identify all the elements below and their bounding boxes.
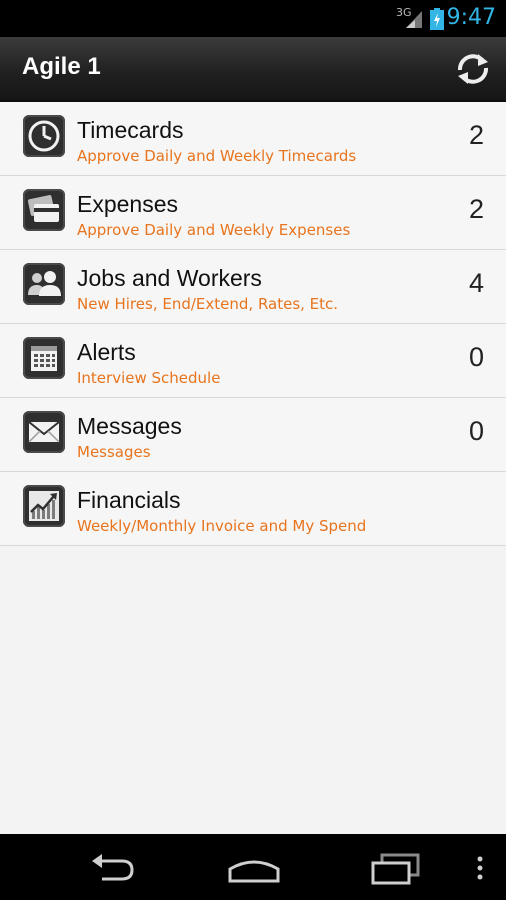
menu-item-subtitle: New Hires, End/Extend, Rates, Etc. (77, 295, 339, 313)
menu-item-count: 0 (468, 342, 484, 372)
status-bar: 3G 9:47 (0, 0, 506, 37)
back-icon[interactable] (88, 851, 138, 885)
menu-item-label: Messages (77, 413, 182, 439)
clock-icon (23, 115, 65, 157)
menu-item-subtitle: Messages (77, 443, 151, 461)
people-icon (23, 263, 65, 305)
menu-item-count: 4 (468, 268, 484, 298)
calendar-icon (23, 337, 65, 379)
menu-item-messages[interactable]: Messages Messages 0 (0, 398, 506, 472)
menu-item-count: 0 (468, 416, 484, 446)
menu-item-subtitle: Interview Schedule (77, 369, 221, 387)
menu-item-subtitle: Weekly/Monthly Invoice and My Spend (77, 517, 367, 535)
menu-item-label: Expenses (77, 191, 179, 217)
menu-item-label: Alerts (77, 339, 136, 365)
menu-item-count: 2 (468, 194, 484, 224)
chart-icon (23, 485, 65, 527)
menu-item-subtitle: Approve Daily and Weekly Expenses (77, 221, 351, 239)
refresh-icon[interactable] (454, 50, 492, 88)
menu-list: Timecards Approve Daily and Weekly Timec… (0, 102, 506, 546)
action-bar: Agile 1 (0, 37, 506, 102)
menu-item-count: 2 (468, 120, 484, 150)
menu-item-subtitle: Approve Daily and Weekly Timecards (77, 147, 357, 165)
recent-apps-icon[interactable] (370, 851, 422, 885)
menu-item-label: Financials (77, 487, 181, 513)
overflow-menu-icon[interactable] (474, 851, 486, 885)
navigation-bar (0, 834, 506, 900)
clock: 9:47 (446, 5, 496, 30)
app-title: Agile 1 (22, 53, 101, 80)
battery-icon (430, 8, 444, 30)
credit-card-icon (23, 189, 65, 231)
envelope-icon (23, 411, 65, 453)
menu-item-jobs-and-workers[interactable]: Jobs and Workers New Hires, End/Extend, … (0, 250, 506, 324)
home-icon[interactable] (227, 851, 281, 885)
menu-item-timecards[interactable]: Timecards Approve Daily and Weekly Timec… (0, 102, 506, 176)
menu-item-label: Jobs and Workers (77, 265, 262, 291)
signal-icon (406, 11, 422, 28)
menu-item-alerts[interactable]: Alerts Interview Schedule 0 (0, 324, 506, 398)
menu-item-financials[interactable]: Financials Weekly/Monthly Invoice and My… (0, 472, 506, 546)
menu-item-expenses[interactable]: Expenses Approve Daily and Weekly Expens… (0, 176, 506, 250)
menu-item-label: Timecards (77, 117, 184, 143)
